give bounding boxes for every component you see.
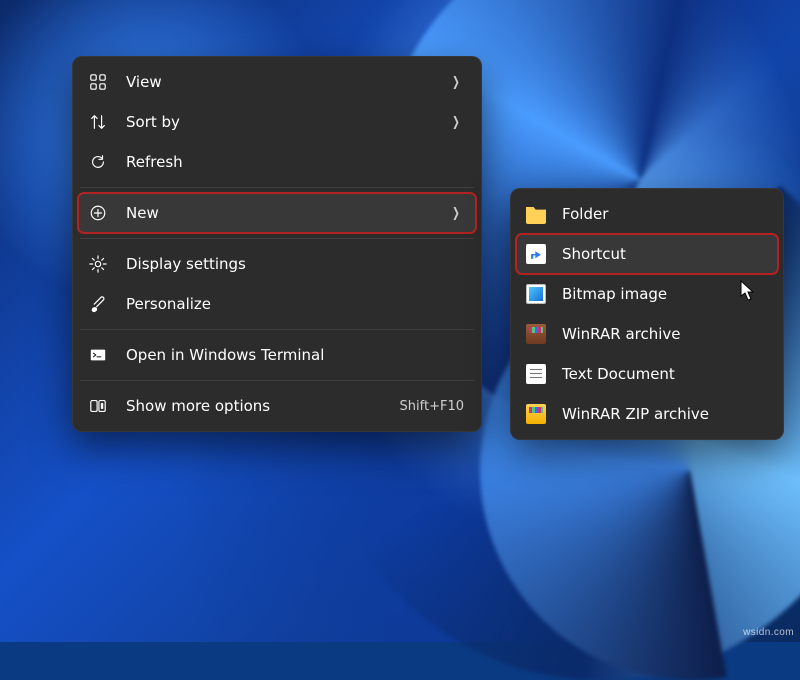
- new-submenu: Folder Shortcut Bitmap image WinRAR arch…: [510, 188, 784, 440]
- menu-item-view[interactable]: View ❯: [78, 62, 476, 102]
- menu-item-label: Refresh: [126, 153, 464, 171]
- submenu-item-label: WinRAR archive: [562, 325, 766, 343]
- menu-item-label: New: [126, 204, 450, 222]
- submenu-item-label: Text Document: [562, 365, 766, 383]
- menu-item-sort-by[interactable]: Sort by ❯: [78, 102, 476, 142]
- submenu-item-label: Bitmap image: [562, 285, 766, 303]
- menu-item-label: Open in Windows Terminal: [126, 346, 464, 364]
- chevron-right-icon: ❯: [452, 76, 462, 89]
- chevron-right-icon: ❯: [452, 116, 462, 129]
- plus-circle-icon: [88, 203, 108, 223]
- submenu-item-bitmap[interactable]: Bitmap image: [516, 274, 778, 314]
- menu-item-show-more[interactable]: Show more options Shift+F10: [78, 386, 476, 426]
- menu-item-open-terminal[interactable]: Open in Windows Terminal: [78, 335, 476, 375]
- brush-icon: [88, 294, 108, 314]
- bitmap-icon: [526, 284, 546, 304]
- menu-item-accelerator: Shift+F10: [400, 399, 464, 414]
- more-options-icon: [88, 396, 108, 416]
- submenu-item-winrar[interactable]: WinRAR archive: [516, 314, 778, 354]
- menu-item-refresh[interactable]: Refresh: [78, 142, 476, 182]
- menu-separator: [80, 329, 474, 330]
- submenu-item-text-document[interactable]: Text Document: [516, 354, 778, 394]
- menu-item-label: Display settings: [126, 255, 464, 273]
- text-document-icon: [526, 364, 546, 384]
- menu-separator: [80, 238, 474, 239]
- desktop-context-menu: View ❯ Sort by ❯ Refresh New ❯ Display s…: [72, 56, 482, 432]
- mouse-cursor: [740, 280, 756, 302]
- submenu-item-label: WinRAR ZIP archive: [562, 405, 766, 423]
- submenu-item-label: Folder: [562, 205, 766, 223]
- menu-item-label: View: [126, 73, 450, 91]
- menu-item-label: Show more options: [126, 397, 400, 415]
- terminal-icon: [88, 345, 108, 365]
- watermark: wsidn.com: [743, 627, 794, 638]
- folder-icon: [526, 204, 546, 224]
- menu-separator: [80, 380, 474, 381]
- sort-icon: [88, 112, 108, 132]
- menu-item-personalize[interactable]: Personalize: [78, 284, 476, 324]
- submenu-item-folder[interactable]: Folder: [516, 194, 778, 234]
- winrar-zip-icon: [526, 404, 546, 424]
- refresh-icon: [88, 152, 108, 172]
- chevron-right-icon: ❯: [452, 207, 462, 220]
- menu-separator: [80, 187, 474, 188]
- winrar-icon: [526, 324, 546, 344]
- menu-item-label: Sort by: [126, 113, 450, 131]
- gear-icon: [88, 254, 108, 274]
- submenu-item-shortcut[interactable]: Shortcut: [516, 234, 778, 274]
- menu-item-display-settings[interactable]: Display settings: [78, 244, 476, 284]
- submenu-item-winrar-zip[interactable]: WinRAR ZIP archive: [516, 394, 778, 434]
- view-icon: [88, 72, 108, 92]
- menu-item-new[interactable]: New ❯: [78, 193, 476, 233]
- submenu-item-label: Shortcut: [562, 245, 766, 263]
- shortcut-icon: [526, 244, 546, 264]
- menu-item-label: Personalize: [126, 295, 464, 313]
